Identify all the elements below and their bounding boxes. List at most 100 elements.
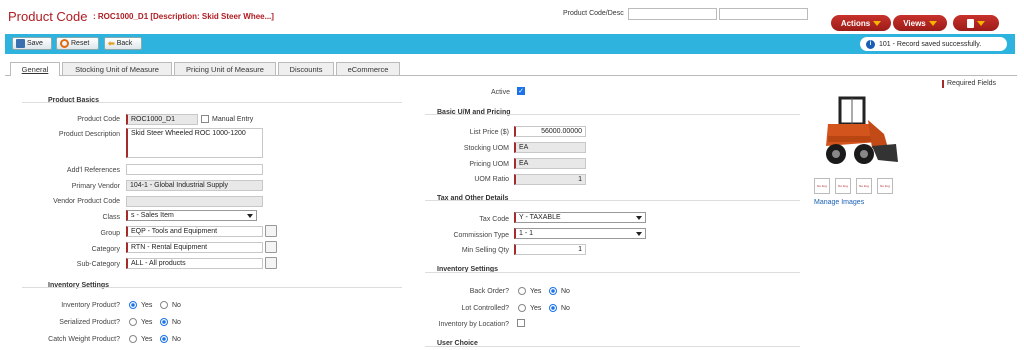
pricing-uom-field[interactable]: EA xyxy=(514,158,586,169)
serialized-yes-radio[interactable] xyxy=(129,318,137,326)
subcategory-search-icon[interactable] xyxy=(265,257,277,269)
search-label: Product Code/Desc xyxy=(563,10,624,17)
serialized-no-radio[interactable] xyxy=(160,318,168,326)
group-field[interactable]: EQP - Tools and Equipment xyxy=(126,226,263,237)
tab-label: eCommerce xyxy=(347,64,389,74)
manual-entry-label: Manual Entry xyxy=(212,116,254,123)
uom-ratio-field[interactable]: 1 xyxy=(514,174,586,185)
manage-images-link[interactable]: Manage Images xyxy=(814,199,864,206)
no-image-label: No Img xyxy=(859,184,869,188)
tab-discounts[interactable]: Discounts xyxy=(278,62,334,75)
yes-label: Yes xyxy=(141,319,153,326)
actions-label: Actions xyxy=(840,18,871,28)
product-description-label: Product Description xyxy=(58,131,120,138)
inventory-product-no-radio[interactable] xyxy=(160,301,168,309)
manual-entry-checkbox[interactable] xyxy=(201,115,209,123)
catch-weight-no-radio[interactable] xyxy=(160,335,168,343)
pricing-uom-label: Pricing UOM xyxy=(469,161,509,168)
primary-vendor-field[interactable]: 104-1 - Global Industrial Supply xyxy=(126,180,263,191)
chevron-down-icon xyxy=(636,215,642,220)
list-price-field[interactable]: 56000.00000 xyxy=(514,126,586,137)
clipboard-menu-button[interactable] xyxy=(953,15,999,31)
subcategory-field[interactable]: ALL - All products xyxy=(126,258,263,269)
class-select[interactable]: s - Sales Item xyxy=(126,210,257,221)
tab-pricing-uom[interactable]: Pricing Unit of Measure xyxy=(174,62,276,75)
inventory-product-yes-radio[interactable] xyxy=(129,301,137,309)
no-label: No xyxy=(561,305,570,312)
actions-button[interactable]: Actions xyxy=(831,15,891,31)
chevron-down-icon xyxy=(928,20,937,26)
views-label: Views xyxy=(903,18,926,28)
back-button[interactable]: ⬅ Back xyxy=(104,37,142,50)
tax-code-label: Tax Code xyxy=(479,216,509,223)
product-image xyxy=(812,90,898,172)
uom-ratio-label: UOM Ratio xyxy=(474,176,509,183)
category-search-icon[interactable] xyxy=(265,241,277,253)
tab-general[interactable]: General xyxy=(10,62,60,76)
back-label: Back xyxy=(116,40,133,47)
page-title: Product Code xyxy=(8,9,88,24)
views-button[interactable]: Views xyxy=(893,15,947,31)
back-order-no-radio[interactable] xyxy=(549,287,557,295)
product-code-search-input[interactable] xyxy=(628,8,717,20)
chevron-down-icon xyxy=(636,231,642,236)
required-marker xyxy=(942,80,944,88)
commission-type-select[interactable]: 1 - 1 xyxy=(514,228,646,239)
catch-weight-yes-radio[interactable] xyxy=(129,335,137,343)
active-checkbox[interactable]: ✓ xyxy=(517,87,525,95)
section-divider xyxy=(425,114,800,115)
no-label: No xyxy=(172,302,181,309)
save-icon xyxy=(16,39,25,48)
image-thumbnail[interactable]: No Img xyxy=(856,178,872,194)
serialized-product-label: Serialized Product? xyxy=(59,319,120,326)
reset-label: Reset xyxy=(71,40,90,47)
no-image-label: No Img xyxy=(838,184,848,188)
tab-label: Pricing Unit of Measure xyxy=(186,64,264,74)
status-message: i 101 - Record saved successfully. xyxy=(860,37,1007,51)
product-code-label: Product Code xyxy=(77,116,120,123)
tax-code-value: Y - TAXABLE xyxy=(519,214,561,221)
product-code-field[interactable]: ROC1000_D1 xyxy=(126,114,198,125)
back-arrow-icon: ⬅ xyxy=(108,39,115,48)
tab-ecommerce[interactable]: eCommerce xyxy=(336,62,400,75)
catch-weight-label: Catch Weight Product? xyxy=(48,336,120,343)
section-divider xyxy=(425,200,800,201)
lot-controlled-yes-radio[interactable] xyxy=(518,304,526,312)
active-label: Active xyxy=(490,89,510,96)
clipboard-icon xyxy=(967,18,974,28)
primary-vendor-label: Primary Vendor xyxy=(71,183,120,190)
commission-type-value: 1 - 1 xyxy=(519,230,534,237)
tab-divider xyxy=(5,75,1017,76)
tax-code-select[interactable]: Y - TAXABLE xyxy=(514,212,646,223)
section-divider xyxy=(425,346,800,347)
stocking-uom-field[interactable]: EA xyxy=(514,142,586,153)
no-label: No xyxy=(561,288,570,295)
category-field[interactable]: RTN - Rental Equipment xyxy=(126,242,263,253)
min-selling-qty-label: Min Selling Qty xyxy=(461,247,509,254)
product-description-field[interactable]: Skid Steer Wheeled ROC 1000-1200 xyxy=(126,128,263,158)
inventory-by-location-label: Inventory by Location? xyxy=(438,321,509,328)
reset-button[interactable]: Reset xyxy=(56,37,99,50)
tab-stocking-uom[interactable]: Stocking Unit of Measure xyxy=(62,62,172,75)
tab-label: Discounts xyxy=(289,64,323,74)
commission-type-label: Commission Type xyxy=(453,232,509,239)
lot-controlled-label: Lot Controlled? xyxy=(461,305,509,312)
description-search-input[interactable] xyxy=(719,8,808,20)
group-search-icon[interactable] xyxy=(265,225,277,237)
subcategory-label: Sub-Category xyxy=(76,261,120,268)
references-field[interactable] xyxy=(126,164,263,175)
no-image-label: No Img xyxy=(880,184,890,188)
image-thumbnail[interactable]: No Img xyxy=(814,178,830,194)
inventory-by-location-checkbox[interactable] xyxy=(517,319,525,327)
image-thumbnail[interactable]: No Img xyxy=(877,178,893,194)
back-order-yes-radio[interactable] xyxy=(518,287,526,295)
back-order-label: Back Order? xyxy=(469,288,509,295)
save-button[interactable]: Save xyxy=(12,37,52,50)
references-label: Add'l References xyxy=(66,167,120,174)
min-selling-qty-field[interactable]: 1 xyxy=(514,244,586,255)
group-label: Group xyxy=(100,230,120,237)
class-label: Class xyxy=(102,214,120,221)
vendor-product-code-field[interactable] xyxy=(126,196,263,207)
image-thumbnail[interactable]: No Img xyxy=(835,178,851,194)
lot-controlled-no-radio[interactable] xyxy=(549,304,557,312)
